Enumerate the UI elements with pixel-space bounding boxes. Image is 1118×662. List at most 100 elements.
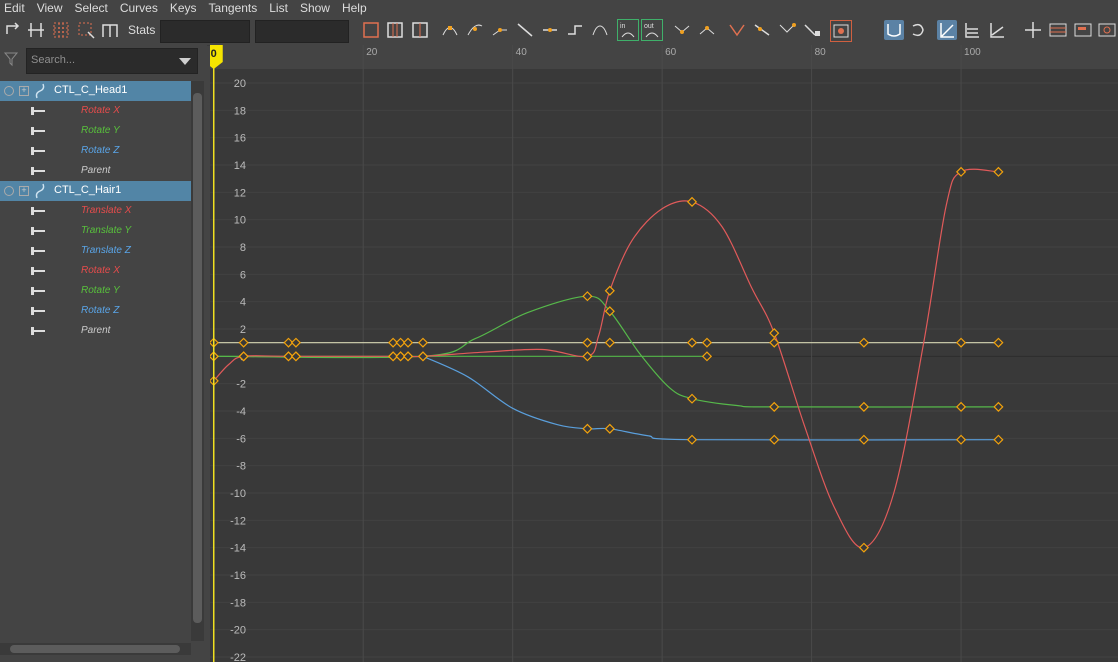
tangent-out-icon[interactable]: out [641,19,663,41]
outliner-node[interactable]: + CTL_C_Head1 [0,81,191,101]
region-select-icon[interactable] [76,20,96,40]
linear-tangent-icon[interactable] [515,20,535,40]
outliner-horizontal-scrollbar[interactable] [0,643,191,655]
insert-keys-icon[interactable] [26,20,46,40]
weighted-tangents-icon[interactable] [777,20,797,40]
auto-tangent-icon[interactable] [440,20,460,40]
outliner-attribute[interactable]: Rotate Y [0,121,191,141]
menu-help[interactable]: Help [336,0,373,16]
denormalize-curves-icon[interactable] [987,20,1007,40]
menu-edit[interactable]: Edit [0,0,31,16]
step-tangent-icon[interactable] [565,20,585,40]
plateau-tangent-icon[interactable] [590,20,610,40]
trax-editor-icon[interactable] [1073,20,1093,40]
move-nearest-icon[interactable] [4,20,24,40]
tangent-in-icon[interactable]: in [617,19,639,41]
menu-curves[interactable]: Curves [114,0,164,16]
stats-field-2[interactable] [255,20,349,43]
unify-tangents-icon[interactable] [697,20,717,40]
frame-playback-icon[interactable] [385,20,405,40]
search-placeholder: Search... [31,54,76,66]
node-visibility-icon[interactable] [4,186,14,196]
y-tick-label: -22 [230,652,246,662]
curve-outliner: Search... + CTL_C_Head1 Rotate X Rotate Y Ro… [0,45,207,662]
lattice-icon[interactable] [51,20,71,40]
stacked-curves-icon[interactable] [937,20,957,40]
outliner-attribute[interactable]: Rotate Y [0,281,191,301]
y-tick-label: -16 [230,570,246,582]
chevron-down-icon[interactable] [179,58,191,65]
outliner-attribute[interactable]: Rotate Z [0,301,191,321]
outliner-attribute[interactable]: Translate Z [0,241,191,261]
expand-icon[interactable]: + [19,186,29,196]
filter-icon[interactable] [3,51,19,67]
normalize-curves-icon[interactable] [962,20,982,40]
scrollbar-thumb[interactable] [10,645,180,653]
menu-keys[interactable]: Keys [164,0,203,16]
menu-select[interactable]: Select [68,0,113,16]
attribute-icon [31,147,45,155]
key-lock-icon[interactable] [802,20,822,40]
menu-bar: Edit View Select Curves Keys Tangents List Show… [0,0,1118,16]
y-tick-label: -14 [230,543,246,555]
tangent-out-label: out [644,23,654,30]
y-tick-label: 20 [234,78,246,90]
expand-icon[interactable]: + [19,86,29,96]
move-view-icon[interactable] [1023,20,1043,40]
menu-show[interactable]: Show [294,0,336,16]
attribute-icon [31,307,45,315]
break-tangents-icon[interactable] [672,20,692,40]
y-tick-label: -2 [236,379,246,391]
menu-view[interactable]: View [31,0,69,16]
spline-tangent-icon[interactable] [465,20,485,40]
flat-tangent-icon[interactable] [540,20,560,40]
y-tick-label: 12 [234,187,246,199]
y-tick-label: 10 [234,215,246,227]
outliner-attribute[interactable]: Parent [0,321,191,341]
menu-tangents[interactable]: Tangents [203,0,264,16]
frame-all-icon[interactable] [361,20,381,40]
scrollbar-thumb[interactable] [193,93,202,623]
clamped-tangent-icon[interactable] [490,20,510,40]
attribute-label: Parent [81,325,111,336]
lock-weights-icon[interactable] [727,20,747,40]
outliner-vertical-scrollbar[interactable] [191,81,204,641]
outliner-attribute[interactable]: Rotate Z [0,141,191,161]
y-tick-label: 8 [240,242,246,254]
y-tick-label: -12 [230,515,246,527]
time-snap-icon[interactable] [830,20,852,42]
node-label: CTL_C_Head1 [54,84,128,96]
retime-icon[interactable] [100,20,120,40]
outliner-attribute[interactable]: Parent [0,161,191,181]
curve-graph[interactable]: 20181614121086420-2-4-6-8-10-12-14-16-18… [210,45,1118,662]
outliner-attribute[interactable]: Rotate X [0,101,191,121]
attribute-label: Rotate Z [81,145,120,156]
attribute-icon [31,167,45,175]
y-tick-label: -8 [236,461,246,473]
menu-list[interactable]: List [263,0,294,16]
dope-sheet-icon[interactable] [1048,20,1068,40]
outliner-attribute[interactable]: Translate Y [0,221,191,241]
toolbar: Stats in out [0,16,1118,46]
value-snap-icon[interactable] [884,20,904,40]
attribute-icon [31,287,45,295]
x-tick-label: 40 [516,47,528,58]
search-input[interactable]: Search... [26,48,198,74]
free-weights-icon[interactable] [752,20,772,40]
node-visibility-icon[interactable] [4,86,14,96]
attribute-label: Parent [81,165,111,176]
buffer-curve-icon[interactable] [909,20,929,40]
attribute-label: Translate Z [81,245,131,256]
attribute-label: Translate Y [81,225,132,236]
attribute-label: Rotate Y [81,125,120,136]
node-label: CTL_C_Hair1 [54,184,122,196]
stats-field[interactable] [160,20,250,43]
graph-view[interactable]: 20181614121086420-2-4-6-8-10-12-14-16-18… [210,45,1118,662]
outliner-attribute[interactable]: Translate X [0,201,191,221]
outliner-node[interactable]: + CTL_C_Hair1 [0,181,191,201]
attribute-label: Rotate X [81,265,120,276]
center-current-icon[interactable] [410,20,430,40]
outliner-attribute[interactable]: Rotate X [0,261,191,281]
y-tick-label: -18 [230,597,246,609]
time-editor-icon[interactable] [1097,20,1117,40]
